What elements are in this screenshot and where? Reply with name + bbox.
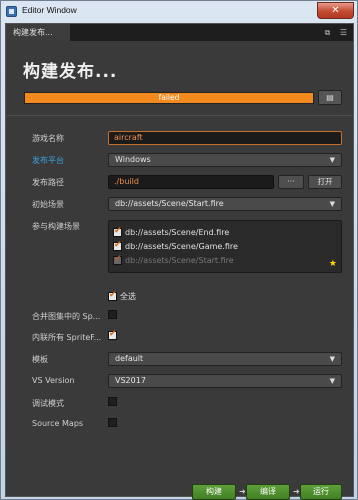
open-folder-button[interactable]: 打开 — [308, 175, 342, 189]
game-name-label: 游戏名称 — [32, 134, 64, 143]
scene-checkbox[interactable] — [113, 226, 122, 237]
start-scene-label: 初始场景 — [32, 200, 64, 209]
platform-label: 发布平台 — [32, 156, 64, 165]
vs-version-label: VS Version — [32, 376, 75, 385]
merge-atlas-label: 合并图集中的 Sp... — [32, 312, 101, 321]
editor-panel: 构建发布... ⧉ ☰ 构建发布... failed ▤ 游戏名称 aircra… — [5, 23, 354, 500]
arrow-right-icon: ➜ — [239, 487, 246, 496]
scene-checkbox[interactable] — [113, 240, 122, 251]
editor-window: Editor Window ✕ 构建发布... ⧉ ☰ 构建发布... fail… — [0, 0, 358, 500]
star-icon: ★ — [328, 259, 337, 269]
build-path-input[interactable]: ./build — [108, 175, 274, 189]
vs-version-value: VS2017 — [115, 376, 146, 385]
build-progress-bar: failed — [24, 92, 314, 104]
scene-item[interactable]: db://assets/Scene/End.fire — [113, 226, 230, 240]
source-maps-checkbox[interactable] — [108, 418, 117, 427]
scene-item: db://assets/Scene/Start.fire — [113, 254, 234, 268]
build-path-label: 发布路径 — [32, 178, 64, 187]
select-all-label: 全选 — [120, 292, 136, 301]
scene-item[interactable]: db://assets/Scene/Game.fire — [113, 240, 238, 254]
scene-path: db://assets/Scene/Game.fire — [125, 242, 238, 251]
compile-button[interactable]: 编译 — [246, 484, 290, 500]
log-icon: ▤ — [326, 93, 334, 102]
close-button[interactable]: ✕ — [317, 2, 354, 19]
select-all[interactable]: 全选 — [108, 290, 136, 302]
inline-sprite-checkbox[interactable] — [108, 329, 117, 340]
chevron-down-icon: ▼ — [329, 200, 335, 208]
debug-mode-checkbox[interactable] — [108, 397, 117, 406]
start-scene-value: db://assets/Scene/Start.fire — [115, 199, 224, 208]
select-all-checkbox[interactable] — [108, 290, 117, 301]
run-button[interactable]: 运行 — [300, 484, 342, 500]
menu-icon[interactable]: ☰ — [338, 27, 349, 38]
chevron-down-icon: ▼ — [329, 156, 335, 164]
included-scenes-label: 参与构建场景 — [32, 222, 80, 231]
platform-value: Windows — [115, 155, 151, 164]
page-title: 构建发布... — [23, 62, 118, 82]
chevron-down-icon: ▼ — [329, 377, 335, 385]
build-button[interactable]: 构建 — [192, 484, 236, 500]
source-maps-label: Source Maps — [32, 419, 84, 428]
platform-select[interactable]: Windows ▼ — [108, 153, 342, 167]
build-status-text: failed — [158, 93, 180, 102]
popout-icon[interactable]: ⧉ — [322, 27, 333, 38]
divider — [6, 115, 353, 116]
scene-path: db://assets/Scene/End.fire — [125, 228, 230, 237]
tab-build[interactable]: 构建发布... — [6, 24, 70, 41]
scene-path: db://assets/Scene/Start.fire — [125, 256, 234, 265]
scene-checkbox — [113, 254, 122, 265]
debug-mode-label: 调试模式 — [32, 399, 64, 408]
merge-atlas-checkbox[interactable] — [108, 310, 117, 319]
title-bar[interactable]: Editor Window ✕ — [1, 1, 357, 23]
log-button[interactable]: ▤ — [318, 90, 342, 105]
template-value: default — [115, 354, 144, 363]
inline-sprite-label: 内联所有 SpriteF... — [32, 333, 102, 342]
app-icon — [6, 6, 17, 17]
template-label: 模板 — [32, 355, 48, 364]
game-name-input[interactable]: aircraft — [108, 131, 342, 145]
arrow-right-icon: ➜ — [293, 487, 300, 496]
chevron-down-icon: ▼ — [329, 355, 335, 363]
build-panel: 构建发布... failed ▤ 游戏名称 aircraft 发布平台 Wind… — [6, 41, 353, 500]
window-title: Editor Window — [22, 5, 77, 15]
vs-version-select[interactable]: VS2017 ▼ — [108, 374, 342, 388]
browse-button[interactable]: ··· — [278, 175, 304, 189]
start-scene-select[interactable]: db://assets/Scene/Start.fire ▼ — [108, 197, 342, 211]
scene-list: db://assets/Scene/End.fire db://assets/S… — [108, 220, 342, 273]
template-select[interactable]: default ▼ — [108, 352, 342, 366]
tab-bar: 构建发布... ⧉ ☰ — [6, 24, 353, 41]
